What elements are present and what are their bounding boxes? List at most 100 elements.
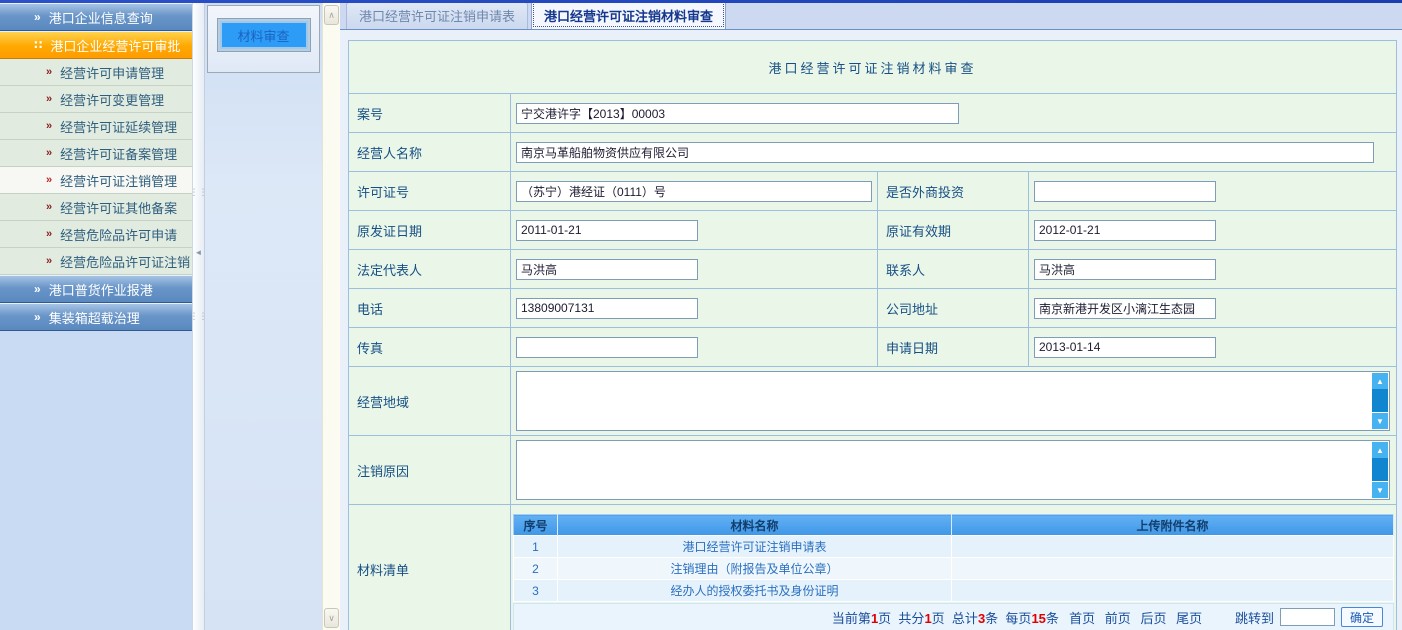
submenu-arrow-icon: » (46, 66, 50, 78)
license-no-field[interactable] (516, 181, 872, 202)
content-scrollbar[interactable]: ∧ ∨ (322, 3, 340, 630)
submenu-arrow-icon: » (46, 120, 50, 132)
sidebar-item-label: 经营许可申请管理 (60, 63, 164, 82)
next-page-link[interactable]: 后页 (1140, 611, 1166, 626)
main-area: 港口经营许可证注销申请表 港口经营许可证注销材料审查 港口经营许可证注销材料审查… (340, 3, 1402, 630)
sidebar-item-license-renewal-mgmt[interactable]: » 经营许可证延续管理 (0, 113, 192, 140)
validity-date-label: 原证有效期 (878, 211, 1029, 250)
textarea-scrollbar[interactable]: ▲ ▼ (1372, 373, 1388, 429)
last-page-link[interactable]: 尾页 (1176, 611, 1202, 626)
tab-content: 港口经营许可证注销材料审查 案号 经营人名称 许可证号 是否外商投资 原发证日 (340, 30, 1402, 630)
sidebar-splitter[interactable]: ⋮⋮ ◄ ⋮⋮ (192, 3, 205, 630)
materials-list-label: 材料清单 (349, 505, 511, 630)
foreign-investment-field[interactable] (1034, 181, 1216, 202)
jump-page-input[interactable] (1280, 608, 1335, 626)
material-name: 经办人的授权委托书及身份证明 (558, 580, 952, 602)
sidebar-item-port-license-approval[interactable]: ∷ 港口企业经营许可审批 (0, 31, 192, 59)
legal-rep-field[interactable] (516, 259, 698, 280)
sidebar-item-label: 经营危险品许可申请 (60, 225, 177, 244)
phone-field[interactable] (516, 298, 698, 319)
sidebar-item-label: 经营许可证备案管理 (60, 144, 177, 163)
tab-cancel-application-form[interactable]: 港口经营许可证注销申请表 (346, 2, 528, 29)
scrollbar-track[interactable] (1372, 389, 1388, 412)
sidebar-item-label: 经营许可证其他备案 (60, 198, 177, 217)
sidebar-item-label: 港口普货作业报港 (49, 280, 153, 299)
contact-label: 联系人 (878, 250, 1029, 289)
scroll-down-icon[interactable]: ▼ (1372, 413, 1388, 429)
pagination-label: 页 (932, 611, 945, 626)
sidebar-item-general-cargo-report[interactable]: » 港口普货作业报港 (0, 275, 192, 303)
sidebar-item-label: 经营许可变更管理 (60, 90, 164, 109)
business-area-textarea[interactable]: ▲ ▼ (516, 371, 1390, 431)
menu-arrow-expanded-icon: ∷ (34, 38, 40, 52)
table-row[interactable]: 2 注销理由（附报告及单位公章） (514, 558, 1394, 580)
submenu-arrow-icon: » (46, 255, 50, 267)
pagination-label: 条 (985, 611, 998, 626)
sidebar-item-label: 经营危险品许可证注销 (60, 252, 190, 271)
submenu-arrow-icon: » (46, 93, 50, 105)
issue-date-field[interactable] (516, 220, 698, 241)
pagination-label: 页 (878, 611, 891, 626)
cancel-reason-label: 注销原因 (349, 436, 511, 505)
sidebar-item-license-other-record[interactable]: » 经营许可证其他备案 (0, 194, 192, 221)
issue-date-label: 原发证日期 (349, 211, 511, 250)
row-no: 3 (514, 580, 558, 602)
scroll-down-icon[interactable]: ▼ (1372, 482, 1388, 498)
menu-arrow-icon: » (34, 282, 39, 296)
case-no-field[interactable] (516, 103, 959, 124)
table-row[interactable]: 1 港口经营许可证注销申请表 (514, 536, 1394, 558)
menu-arrow-icon: » (34, 10, 39, 24)
materials-table: 序号 材料名称 上传附件名称 1 港口经营许可证注销申请表 2 (513, 514, 1394, 602)
scroll-up-icon[interactable]: ▲ (1372, 373, 1388, 389)
material-review-button[interactable]: 材料审查 (218, 19, 310, 51)
fax-field[interactable] (516, 337, 698, 358)
tab-strip: 港口经营许可证注销申请表 港口经营许可证注销材料审查 (340, 3, 1402, 30)
submenu-arrow-icon: » (46, 228, 50, 240)
textarea-scrollbar[interactable]: ▲ ▼ (1372, 442, 1388, 498)
app-window: » 港口企业信息查询 ∷ 港口企业经营许可审批 » 经营许可申请管理 » 经营许… (0, 0, 1402, 630)
total-pages-number: 1 (924, 611, 931, 626)
submenu-arrow-icon: » (46, 174, 50, 186)
sidebar-item-label: 港口企业信息查询 (49, 8, 153, 27)
sidebar-item-dangerous-goods-apply[interactable]: » 经营危险品许可申请 (0, 221, 192, 248)
sidebar-item-license-change-mgmt[interactable]: » 经营许可变更管理 (0, 86, 192, 113)
pagination-label: 条 (1046, 611, 1059, 626)
address-field[interactable] (1034, 298, 1216, 319)
sidebar-item-port-enterprise-info-query[interactable]: » 港口企业信息查询 (0, 3, 192, 31)
license-no-label: 许可证号 (349, 172, 511, 211)
first-page-link[interactable]: 首页 (1069, 611, 1095, 626)
sidebar-item-container-overload[interactable]: » 集装箱超载治理 (0, 303, 192, 331)
top-bar (0, 0, 1402, 3)
apply-date-label: 申请日期 (878, 328, 1029, 367)
prev-page-link[interactable]: 前页 (1105, 611, 1131, 626)
operator-name-field[interactable] (516, 142, 1374, 163)
sidebar-item-license-record-mgmt[interactable]: » 经营许可证备案管理 (0, 140, 192, 167)
per-page-number: 15 (1031, 611, 1045, 626)
sidebar-item-license-cancel-mgmt[interactable]: » 经营许可证注销管理 (0, 167, 192, 194)
sidebar-item-label: 港口企业经营许可审批 (50, 36, 180, 55)
contact-field[interactable] (1034, 259, 1216, 280)
col-header-no: 序号 (514, 515, 558, 536)
jump-to-label: 跳转到 (1235, 608, 1274, 627)
pagination-label: 总计 (952, 611, 978, 626)
sidebar-menu: » 港口企业信息查询 ∷ 港口企业经营许可审批 » 经营许可申请管理 » 经营许… (0, 3, 192, 630)
scroll-down-icon[interactable]: ∨ (324, 608, 339, 628)
splitter-collapse-arrow-icon[interactable]: ◄ (195, 248, 203, 257)
scroll-up-icon[interactable]: ▲ (1372, 442, 1388, 458)
action-panel: 材料审查 (205, 3, 322, 630)
jump-confirm-button[interactable]: 确定 (1341, 607, 1383, 627)
attachment-name (952, 536, 1394, 558)
scrollbar-track[interactable] (1372, 458, 1388, 481)
sidebar-item-label: 经营许可证延续管理 (60, 117, 177, 136)
tab-cancel-material-review[interactable]: 港口经营许可证注销材料审查 (531, 0, 726, 29)
table-row[interactable]: 3 经办人的授权委托书及身份证明 (514, 580, 1394, 602)
validity-date-field[interactable] (1034, 220, 1216, 241)
cancel-reason-textarea[interactable]: ▲ ▼ (516, 440, 1390, 500)
sidebar-item-license-apply-mgmt[interactable]: » 经营许可申请管理 (0, 59, 192, 86)
sidebar-filler (0, 331, 192, 630)
sidebar-item-dangerous-goods-cancel[interactable]: » 经营危险品许可证注销 (0, 248, 192, 275)
page-jump-group: 跳转到 确定 (1235, 607, 1383, 627)
scroll-up-icon[interactable]: ∧ (324, 5, 339, 25)
col-header-material-name: 材料名称 (558, 515, 952, 536)
apply-date-field[interactable] (1034, 337, 1216, 358)
